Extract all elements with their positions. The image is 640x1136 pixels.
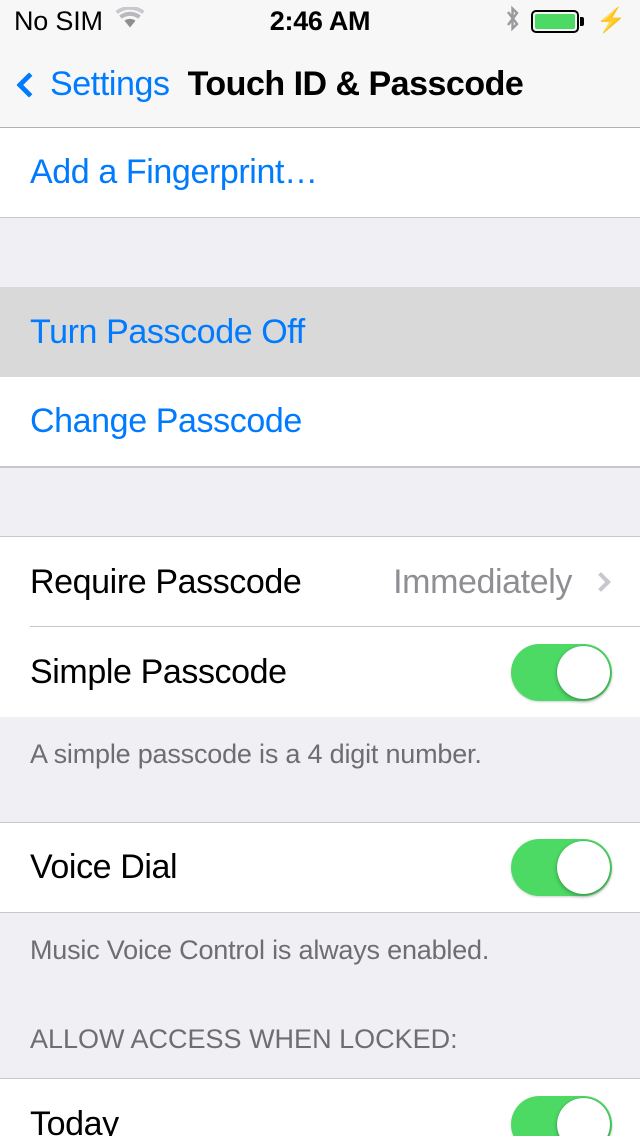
wifi-icon (115, 7, 145, 35)
footer-voice-dial: Music Voice Control is always enabled. (0, 913, 640, 1001)
section-passcode: Turn Passcode Off Change Passcode (0, 287, 640, 467)
iphone-screen: No SIM 2:46 AM ⚡ (0, 0, 640, 1136)
section-gap-1 (0, 218, 640, 287)
section-header-label: ALLOW ACCESS WHEN LOCKED: (30, 1024, 458, 1055)
toggle-knob (557, 646, 610, 699)
row-label: Turn Passcode Off (30, 313, 305, 352)
navigation-bar: Settings Touch ID & Passcode (0, 42, 640, 128)
section-gap-2 (0, 467, 640, 537)
section-header-allow-access: ALLOW ACCESS WHEN LOCKED: (0, 1001, 640, 1079)
row-turn-passcode-off[interactable]: Turn Passcode Off (0, 287, 640, 377)
row-label: Simple Passcode (30, 653, 287, 692)
row-add-fingerprint[interactable]: Add a Fingerprint… (0, 128, 640, 218)
status-bar: No SIM 2:46 AM ⚡ (0, 0, 640, 42)
row-require-passcode[interactable]: Require Passcode Immediately (0, 537, 640, 627)
simple-passcode-toggle[interactable] (511, 644, 612, 701)
row-label: Add a Fingerprint… (30, 153, 318, 192)
row-label: Change Passcode (30, 402, 302, 441)
status-bar-right: ⚡ (504, 5, 626, 37)
row-today[interactable]: Today (0, 1079, 640, 1136)
row-accessory (511, 839, 612, 896)
back-button-label: Settings (50, 65, 170, 104)
row-accessory (511, 644, 612, 701)
voice-dial-toggle[interactable] (511, 839, 612, 896)
footer-text: A simple passcode is a 4 digit number. (30, 739, 482, 769)
row-accessory: Immediately (393, 563, 612, 602)
row-simple-passcode[interactable]: Simple Passcode (0, 627, 640, 717)
battery-full-icon (531, 10, 584, 33)
row-label: Voice Dial (30, 848, 177, 887)
section-voice: Voice Dial (0, 823, 640, 913)
back-button[interactable]: Settings (20, 65, 170, 104)
toggle-knob (557, 1098, 610, 1136)
clock-label: 2:46 AM (270, 6, 370, 37)
section-options: Require Passcode Immediately Simple Pass… (0, 537, 640, 717)
row-value: Immediately (393, 563, 572, 602)
chevron-left-icon (16, 72, 41, 97)
row-change-passcode[interactable]: Change Passcode (0, 377, 640, 467)
chevron-right-icon (591, 572, 611, 592)
row-label: Today (30, 1105, 119, 1136)
carrier-label: No SIM (14, 6, 103, 37)
footer-simple-passcode: A simple passcode is a 4 digit number. (0, 717, 640, 823)
status-bar-left: No SIM (14, 6, 145, 37)
today-toggle[interactable] (511, 1096, 612, 1136)
lightning-bolt-icon: ⚡ (596, 9, 626, 33)
section-allow-access: Today (0, 1079, 640, 1136)
bluetooth-icon (504, 5, 521, 37)
row-voice-dial[interactable]: Voice Dial (0, 823, 640, 913)
section-fingerprint: Add a Fingerprint… (0, 128, 640, 218)
row-accessory (511, 1096, 612, 1136)
row-label: Require Passcode (30, 563, 301, 602)
footer-text: Music Voice Control is always enabled. (30, 935, 489, 965)
toggle-knob (557, 841, 610, 894)
page-title: Touch ID & Passcode (188, 65, 524, 104)
